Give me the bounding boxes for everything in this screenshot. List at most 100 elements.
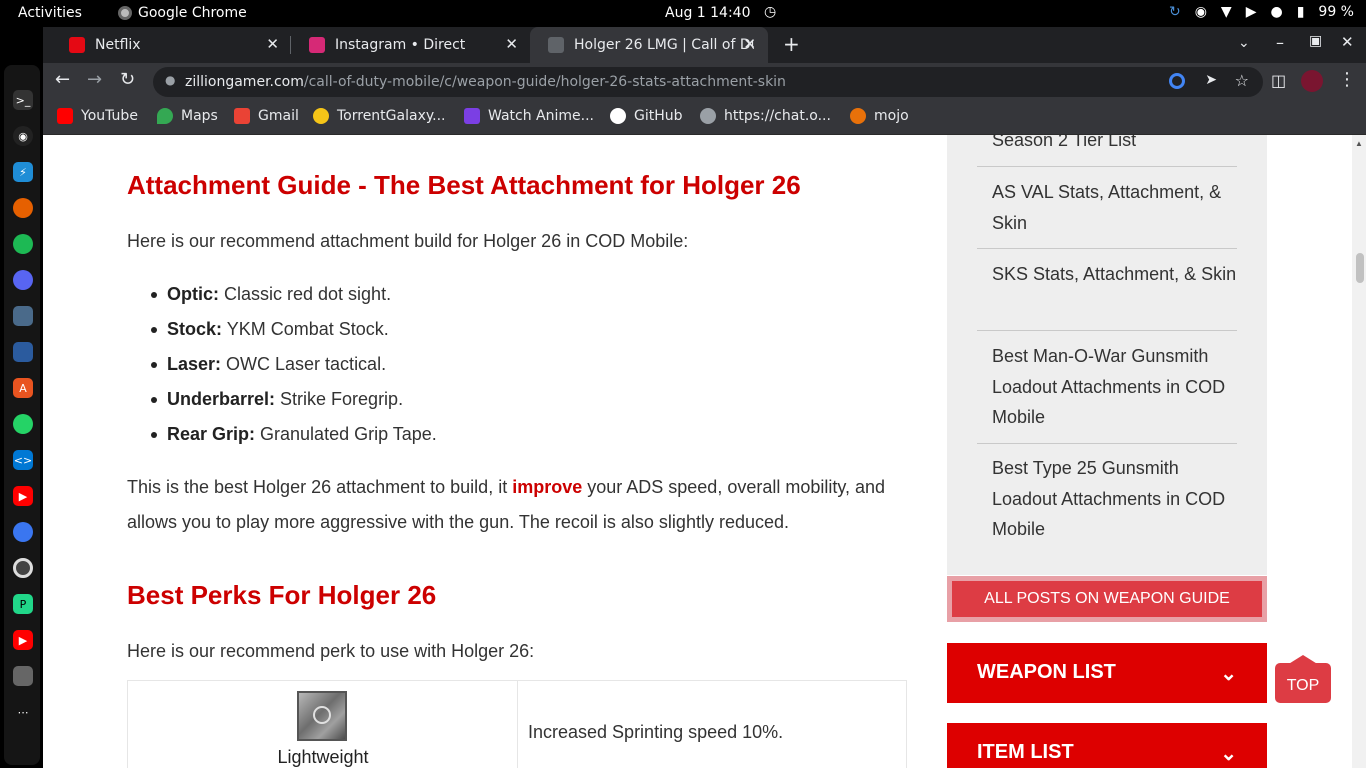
bookmark-watch-anime[interactable]: Watch Anime... (464, 108, 594, 124)
reload-icon[interactable]: ↻ (120, 69, 135, 90)
tab-title: Instagram • Direct (335, 37, 466, 53)
scrollbar-thumb[interactable] (1356, 253, 1364, 283)
back-to-top-button[interactable]: TOP (1275, 655, 1331, 703)
related-post-link[interactable]: SKS Stats, Attachment, & Skin (977, 259, 1237, 290)
weapon-list-label: WEAPON LIST (977, 661, 1116, 683)
bookmark-chat[interactable]: https://chat.o... (700, 108, 831, 124)
app-grid-icon[interactable]: ⋯ (13, 702, 33, 722)
pycharm-icon[interactable]: P (13, 594, 33, 614)
attachment-slot: Rear Grip: (167, 424, 256, 444)
share-icon[interactable]: ➤ (1205, 72, 1217, 88)
system-status-area[interactable]: ↻ ◉ ▼ ▶ ● ▮ 99 % (1169, 4, 1354, 20)
chevron-down-icon: ⌄ (1220, 743, 1237, 765)
list-item: Laser: OWC Laser tactical. (151, 347, 437, 382)
related-post-link[interactable]: AS VAL Stats, Attachment, & Skin (977, 177, 1237, 238)
trash-icon[interactable] (13, 666, 33, 686)
bookmarks-bar: YouTube Maps Gmail TorrentGalaxy... Watc… (43, 100, 1366, 135)
list-item: Stock: YKM Combat Stock. (151, 312, 437, 347)
chevron-down-icon: ⌄ (1220, 663, 1237, 685)
chrome-dock-icon[interactable] (13, 558, 33, 578)
github-desktop-icon[interactable]: ◉ (13, 126, 33, 146)
attachment-value: Classic red dot sight. (219, 284, 392, 304)
bookmark-label: Watch Anime... (488, 108, 594, 124)
summary-highlight-link[interactable]: improve (512, 477, 582, 497)
instagram-icon (309, 37, 325, 53)
bookmark-github[interactable]: GitHub (610, 108, 683, 124)
menu-icon[interactable]: ⋮ (1338, 69, 1356, 90)
forward-icon[interactable]: → (87, 69, 102, 90)
tab-strip: Netflix ✕ Instagram • Direct ✕ Holger 26… (43, 27, 1366, 63)
whatsapp-icon[interactable] (13, 414, 33, 434)
discord-tray-icon: ◉ (1194, 4, 1207, 20)
app-menu[interactable]: Google Chrome (118, 5, 247, 21)
close-tab-icon[interactable]: ✕ (743, 35, 756, 53)
dock-column: >_ ◉ ⚡ A <> ▶ P ▶ ⋯ (4, 65, 40, 765)
minimize-icon[interactable]: – (1276, 33, 1284, 52)
bookmark-gmail[interactable]: Gmail (234, 108, 299, 124)
related-post-link[interactable]: Best Type 25 Gunsmith Loadout Attachment… (977, 453, 1237, 545)
perk-name: Lightweight (277, 747, 369, 767)
best-perks-heading: Best Perks For Holger 26 (127, 580, 437, 610)
virtualbox-icon[interactable] (13, 342, 33, 362)
google-lens-icon[interactable] (1169, 73, 1185, 89)
browser-toolbar: ← → ↻ ● zilliongamer.com/call-of-duty-mo… (43, 63, 1366, 100)
spotify-icon[interactable] (13, 234, 33, 254)
github-icon (610, 108, 626, 124)
close-window-icon[interactable]: ✕ (1341, 33, 1354, 51)
scroll-up-arrow-icon[interactable]: ▲ (1355, 139, 1363, 148)
page-scrollbar[interactable]: ▲ (1352, 135, 1366, 768)
youtube-music-icon[interactable]: ▶ (13, 630, 33, 650)
url-domain: zilliongamer.com (185, 74, 304, 90)
bookmark-maps[interactable]: Maps (157, 108, 218, 124)
clock[interactable]: Aug 1 14:40 (665, 5, 751, 21)
item-list-toggle[interactable]: ITEM LIST ⌄ (947, 723, 1267, 768)
all-posts-button[interactable]: ALL POSTS ON WEAPON GUIDE (952, 581, 1262, 617)
profile-avatar[interactable] (1301, 70, 1323, 92)
netflix-icon (69, 37, 85, 53)
perk-cell: Lightweight (128, 681, 518, 768)
list-item: Optic: Classic red dot sight. (151, 277, 437, 312)
related-post-link[interactable]: Season 2 Tier List (977, 135, 1237, 156)
zilliongamer-icon (548, 37, 564, 53)
list-item: Underbarrel: Strike Foregrip. (151, 382, 437, 417)
activities-button[interactable]: Activities (18, 5, 82, 21)
bookmark-mojo[interactable]: mojo (850, 108, 909, 124)
files-icon[interactable] (13, 306, 33, 326)
discord-icon[interactable] (13, 270, 33, 290)
bookmark-label: Gmail (258, 108, 299, 124)
youtube-app-icon[interactable]: ▶ (13, 486, 33, 506)
related-post-link[interactable]: Best Man-O-War Gunsmith Loadout Attachme… (977, 341, 1237, 433)
page-content: Attachment Guide - The Best Attachment f… (43, 135, 1352, 768)
bookmark-torrentgalaxy[interactable]: TorrentGalaxy... (313, 108, 446, 124)
maximize-icon[interactable]: ▣ (1309, 33, 1322, 49)
address-bar[interactable]: ● zilliongamer.com/call-of-duty-mobile/c… (153, 67, 1263, 97)
terminal-icon[interactable]: >_ (13, 90, 33, 110)
side-panel-icon[interactable]: ◫ (1271, 71, 1286, 90)
lightning-app-icon[interactable]: ⚡ (13, 162, 33, 182)
summary-text: This is the best Holger 26 attachment to… (127, 477, 513, 497)
related-posts-box: Season 2 Tier List AS VAL Stats, Attachm… (947, 135, 1267, 575)
wifi-icon: ▼ (1220, 4, 1232, 20)
signal-icon[interactable] (13, 522, 33, 542)
tab-search-icon[interactable]: ⌄ (1238, 35, 1250, 51)
bookmark-star-icon[interactable]: ☆ (1235, 71, 1249, 90)
mojo-icon (850, 108, 866, 124)
close-tab-icon[interactable]: ✕ (266, 35, 279, 53)
weapon-list-toggle[interactable]: WEAPON LIST ⌄ (947, 643, 1267, 703)
tab-netflix[interactable]: Netflix ✕ (51, 27, 291, 63)
new-tab-icon[interactable]: + (783, 32, 800, 56)
torrentgalaxy-icon (313, 108, 329, 124)
tab-instagram[interactable]: Instagram • Direct ✕ (291, 27, 530, 63)
divider (977, 443, 1237, 444)
attachment-value: Granulated Grip Tape. (255, 424, 437, 444)
bookmark-label: TorrentGalaxy... (337, 108, 446, 124)
close-tab-icon[interactable]: ✕ (505, 35, 518, 53)
tab-title: Netflix (95, 37, 141, 53)
bookmark-youtube[interactable]: YouTube (57, 108, 138, 124)
gmail-icon (234, 108, 250, 124)
tab-holger-26[interactable]: Holger 26 LMG | Call of Du ✕ (530, 27, 768, 63)
back-icon[interactable]: ← (55, 69, 70, 90)
vscode-icon[interactable]: <> (13, 450, 33, 470)
software-center-icon[interactable]: A (13, 378, 33, 398)
firefox-icon[interactable] (13, 198, 33, 218)
